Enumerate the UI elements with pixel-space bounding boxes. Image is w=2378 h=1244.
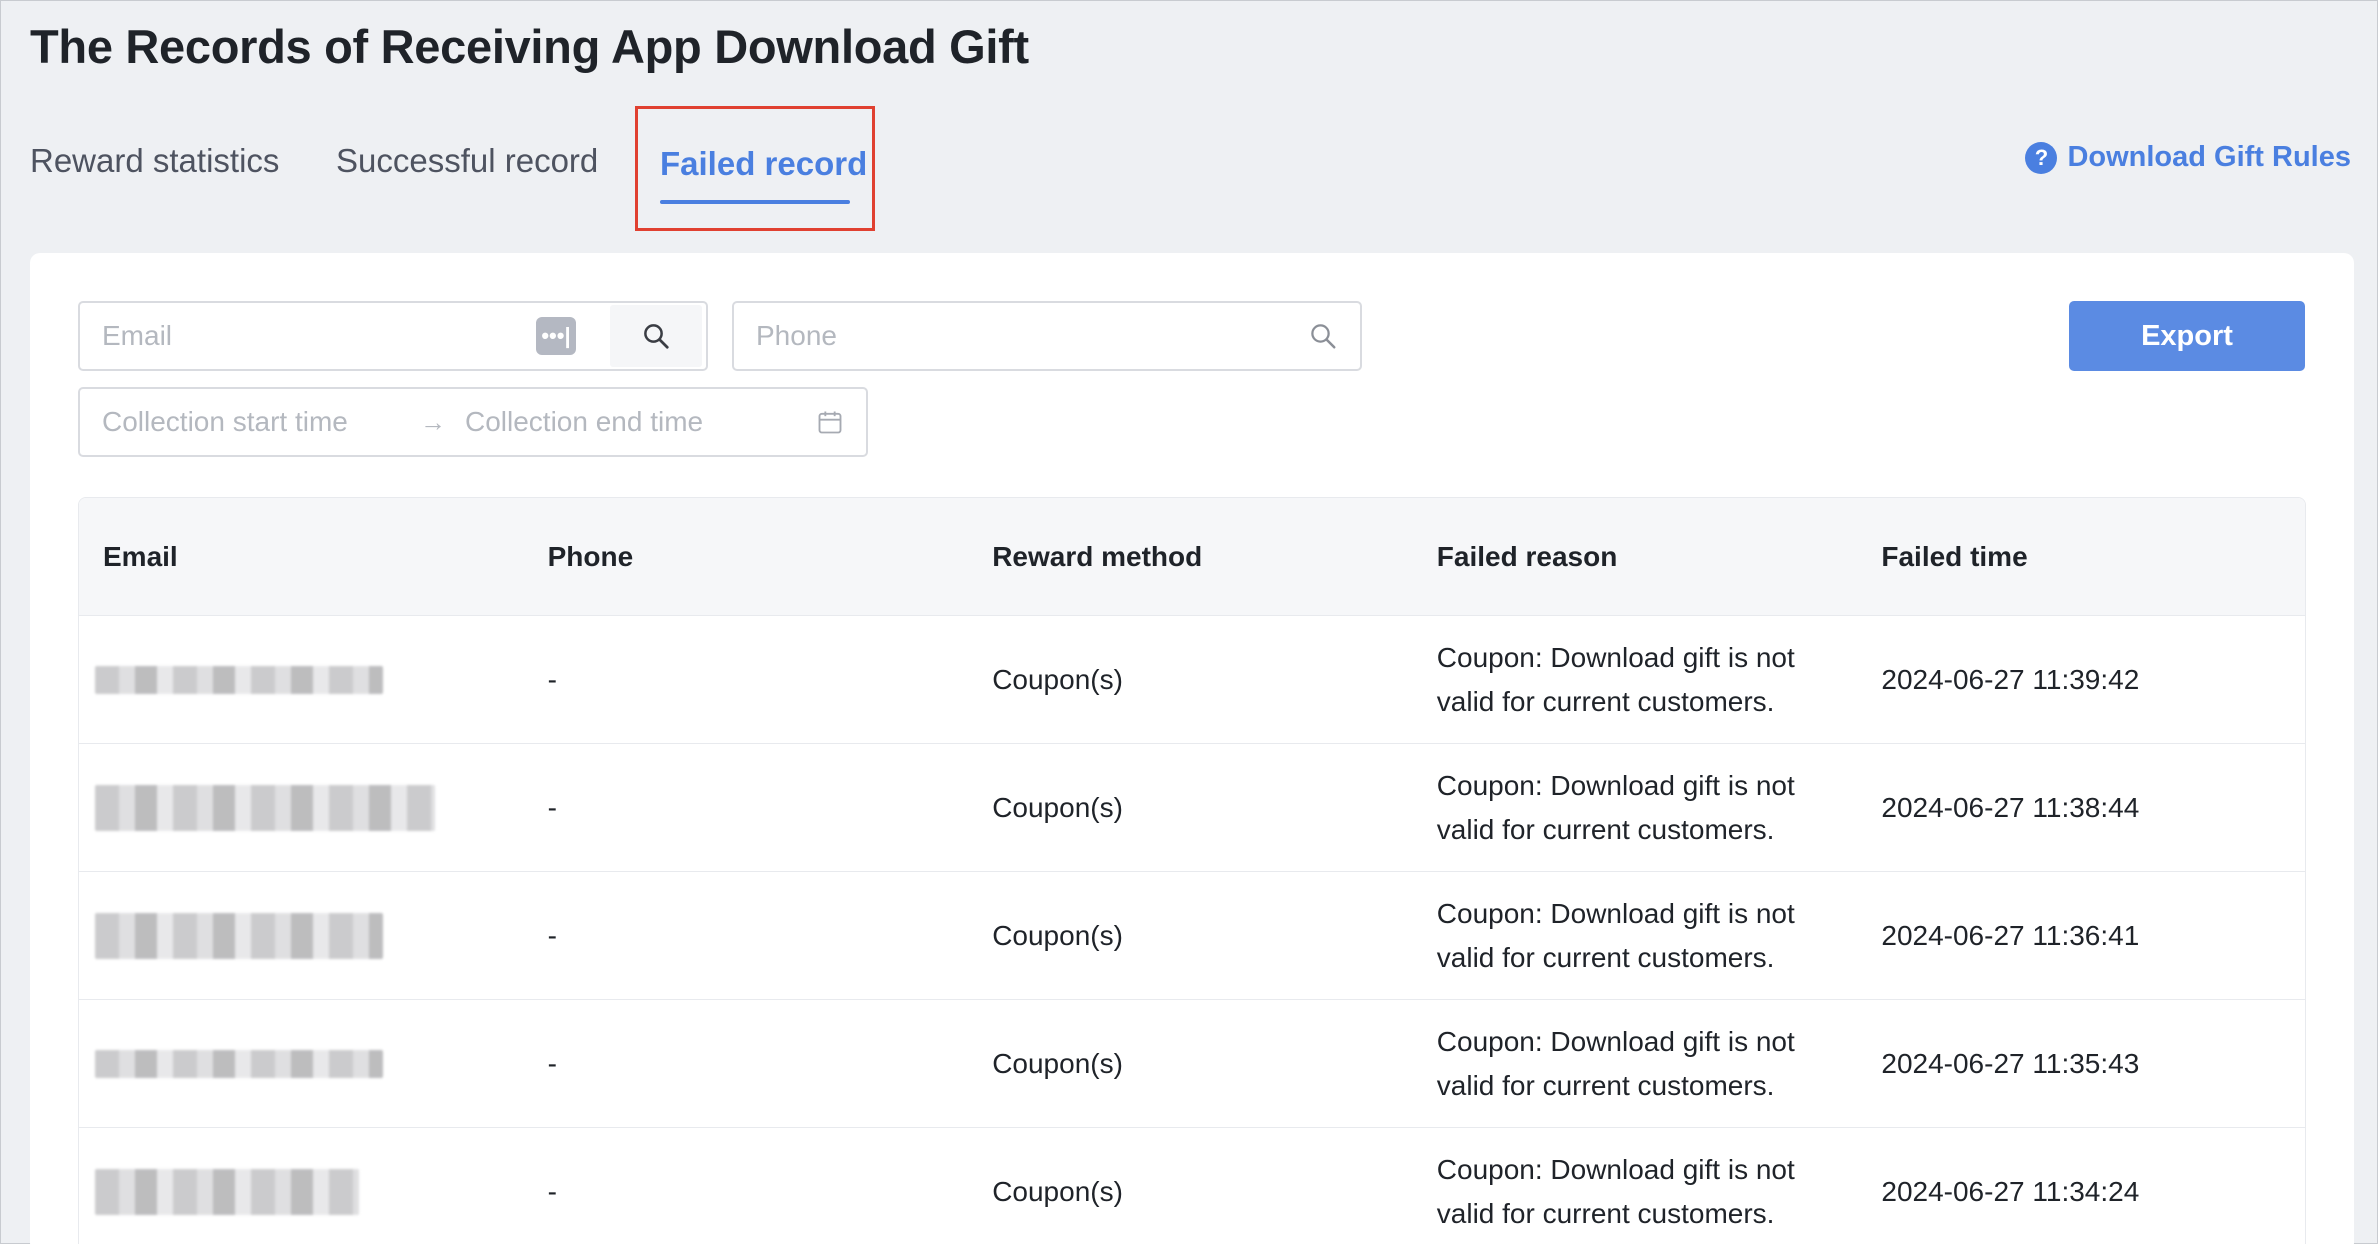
collection-date-range-picker[interactable]: Collection start time → Collection end t…	[78, 387, 868, 457]
table-header: Email Phone Reward method Failed reason …	[79, 498, 2305, 616]
column-header-failed-reason: Failed reason	[1436, 540, 1618, 572]
failed-reason-cell: Coupon: Download gift is not valid for cu…	[1436, 1025, 1795, 1101]
tab-reward-statistics[interactable]: Reward statistics	[30, 106, 279, 216]
search-icon	[644, 324, 669, 349]
password-manager-icon[interactable]: •••|	[536, 317, 576, 355]
redacted-email	[95, 784, 435, 831]
redacted-email	[95, 665, 383, 694]
table-row: - Coupon(s) Coupon: Download gift is not…	[79, 616, 2305, 744]
reward-method-cell: Coupon(s)	[992, 1047, 1123, 1079]
failed-time-cell: 2024-06-27 11:39:42	[1881, 663, 2140, 695]
tab-failed-record-label: Failed record	[660, 145, 868, 182]
failed-reason-cell: Coupon: Download gift is not valid for cu…	[1436, 769, 1795, 845]
phone-cell: -	[547, 1047, 557, 1079]
redacted-email	[95, 1049, 383, 1078]
reward-method-cell: Coupon(s)	[992, 919, 1123, 951]
reward-method-cell: Coupon(s)	[992, 663, 1123, 695]
table-row: - Coupon(s) Coupon: Download gift is not…	[79, 1000, 2305, 1128]
question-circle-icon: ?	[2025, 141, 2058, 174]
column-header-failed-time: Failed time	[1881, 540, 2028, 572]
phone-cell: -	[547, 791, 557, 823]
phone-cell: -	[547, 1175, 557, 1207]
search-icon[interactable]	[1308, 321, 1338, 351]
failed-reason-cell: Coupon: Download gift is not valid for cu…	[1436, 897, 1795, 973]
failed-time-cell: 2024-06-27 11:35:43	[1881, 1047, 2140, 1079]
failed-reason-cell: Coupon: Download gift is not valid for cu…	[1436, 1153, 1795, 1229]
column-header-reward-method: Reward method	[992, 540, 1203, 572]
email-cell	[79, 784, 524, 831]
email-input[interactable]: Email	[80, 320, 536, 352]
email-cell	[79, 1168, 524, 1215]
reward-method-cell: Coupon(s)	[992, 791, 1123, 823]
email-cell	[79, 1049, 524, 1078]
collection-start-time-input[interactable]: Collection start time	[80, 406, 420, 438]
phone-cell: -	[547, 919, 557, 951]
range-arrow-icon: →	[420, 406, 446, 437]
failed-time-cell: 2024-06-27 11:38:44	[1881, 791, 2140, 823]
phone-input[interactable]: Phone	[734, 320, 1308, 352]
tab-successful-record[interactable]: Successful record	[336, 106, 598, 216]
failed-time-cell: 2024-06-27 11:34:24	[1881, 1175, 2140, 1207]
page-title: The Records of Receiving App Download Gi…	[30, 20, 1029, 73]
column-header-phone: Phone	[547, 540, 634, 572]
download-gift-rules-link[interactable]: ? Download Gift Rules	[2025, 141, 2351, 174]
download-gift-rules-label: Download Gift Rules	[2067, 141, 2351, 173]
phone-cell: -	[547, 663, 557, 695]
tab-failed-record[interactable]: Failed record	[635, 106, 875, 231]
reward-method-cell: Coupon(s)	[992, 1175, 1123, 1207]
email-filter[interactable]: Email •••|	[78, 301, 708, 371]
table-row: - Coupon(s) Coupon: Download gift is not…	[79, 872, 2305, 1000]
failed-time-cell: 2024-06-27 11:36:41	[1881, 919, 2140, 951]
email-cell	[79, 912, 524, 959]
email-cell	[79, 665, 524, 694]
calendar-icon[interactable]	[816, 408, 844, 436]
email-search-button[interactable]	[610, 305, 702, 367]
table-row: - Coupon(s) Coupon: Download gift is not…	[79, 744, 2305, 872]
failed-reason-cell: Coupon: Download gift is not valid for cu…	[1436, 641, 1795, 717]
active-tab-indicator	[660, 200, 850, 204]
collection-end-time-input[interactable]: Collection end time	[465, 406, 816, 438]
export-button[interactable]: Export	[2069, 301, 2305, 371]
redacted-email	[95, 1168, 359, 1215]
table-row: - Coupon(s) Coupon: Download gift is not…	[79, 1128, 2305, 1244]
failed-records-table: Email Phone Reward method Failed reason …	[78, 497, 2306, 1244]
redacted-email	[95, 912, 383, 959]
phone-filter[interactable]: Phone	[732, 301, 1362, 371]
column-header-email: Email	[103, 540, 178, 572]
records-panel: Email •••| Phone Collection start time →…	[30, 253, 2354, 1244]
